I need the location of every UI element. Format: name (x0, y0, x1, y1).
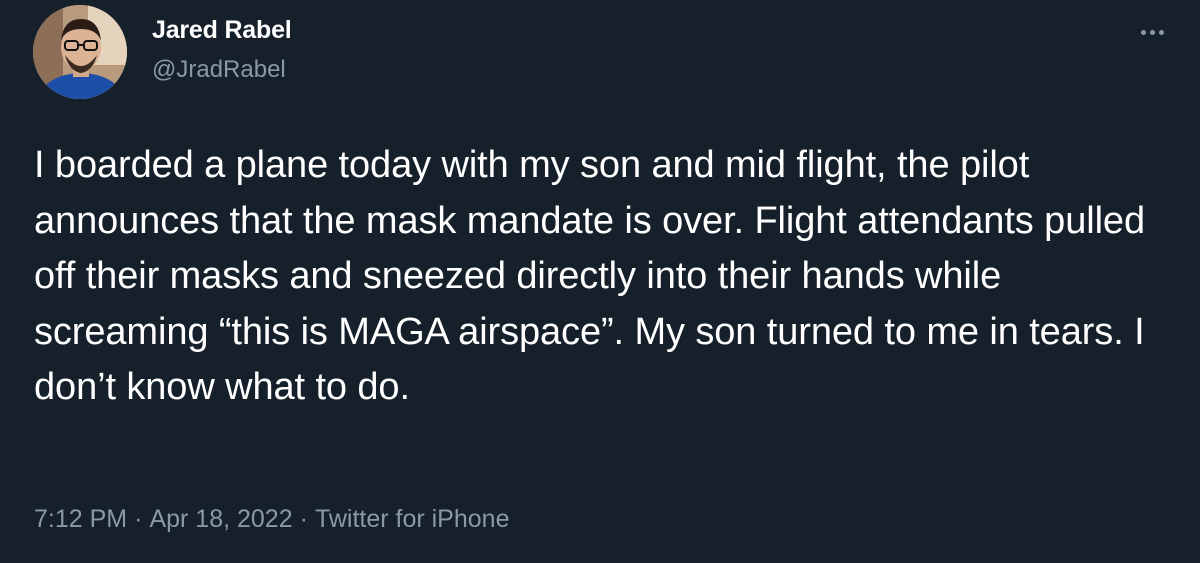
more-horizontal-icon-dot (1158, 29, 1164, 35)
meta-separator: · (134, 505, 143, 533)
tweet-text: I boarded a plane today with my son and … (34, 144, 1145, 408)
avatar[interactable] (33, 5, 127, 99)
tweet-date[interactable]: Apr 18, 2022 (149, 505, 292, 533)
tweet-source[interactable]: Twitter for iPhone (315, 505, 510, 533)
more-horizontal-icon-dot (1149, 29, 1155, 35)
tweet-meta: 7:12 PM · Apr 18, 2022 · Twitter for iPhone (34, 503, 509, 535)
more-horizontal-icon (1140, 29, 1146, 35)
meta-separator: · (299, 505, 308, 533)
author-handle[interactable]: @JradRabel (152, 55, 292, 85)
tweet-time[interactable]: 7:12 PM (34, 505, 127, 533)
author-display-name[interactable]: Jared Rabel (152, 14, 292, 46)
more-options-button[interactable] (1132, 22, 1172, 42)
avatar-image (33, 5, 127, 99)
tweet-card: Jared Rabel @JradRabel I boarded a plane… (0, 0, 1200, 563)
author-block: Jared Rabel @JradRabel (152, 14, 292, 85)
